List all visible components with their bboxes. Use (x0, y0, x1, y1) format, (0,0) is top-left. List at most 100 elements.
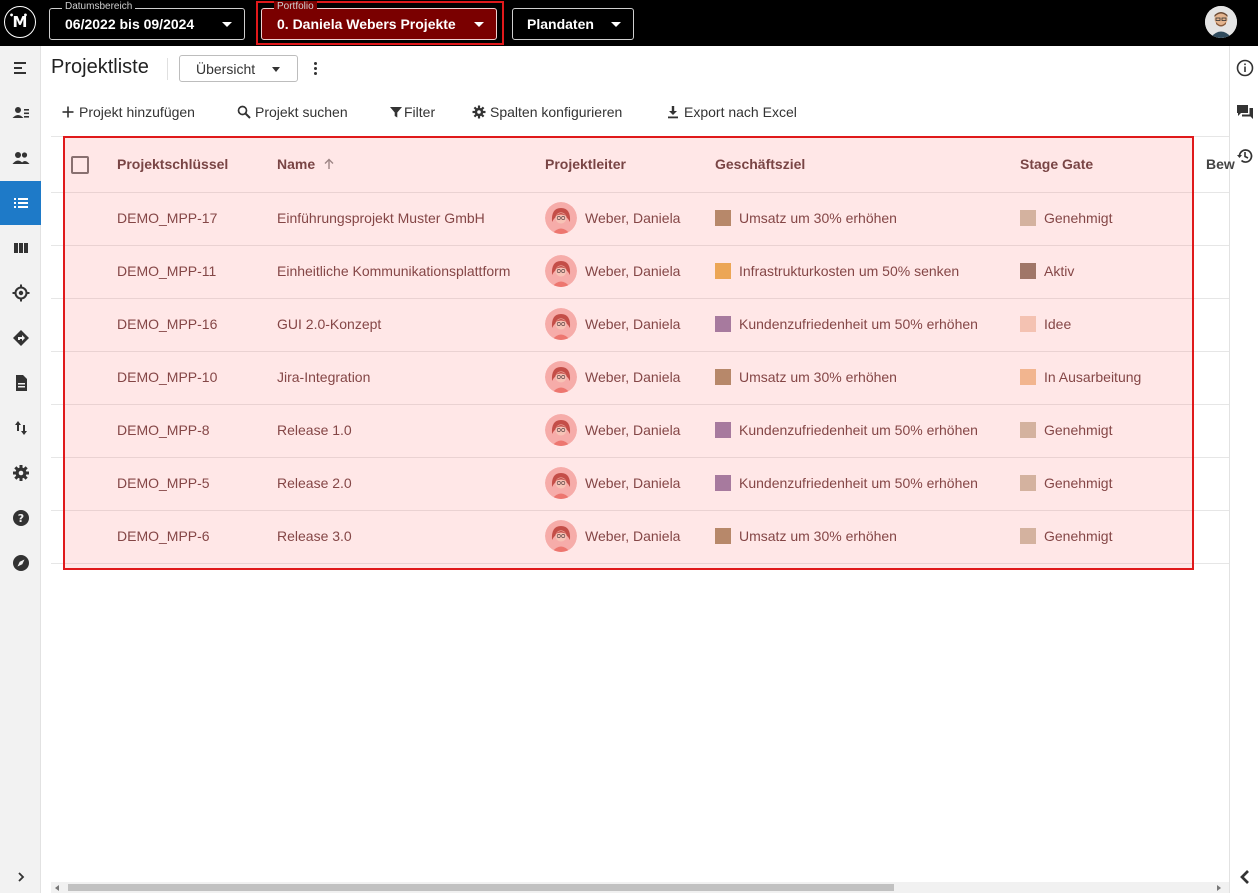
project-key[interactable]: DEMO_MPP-5 (117, 475, 210, 491)
comments-icon[interactable] (1230, 97, 1258, 127)
goal-color-swatch (715, 210, 731, 226)
app-logo-icon[interactable]: • • M (4, 6, 36, 38)
stage-gate[interactable]: Genehmigt (1020, 475, 1112, 491)
business-goal[interactable]: Infrastrukturkosten um 50% senken (715, 263, 959, 279)
column-header-leader[interactable]: Projektleiter (545, 156, 626, 172)
stage-gate[interactable]: Genehmigt (1020, 422, 1112, 438)
export-excel-button[interactable]: Export nach Excel (666, 100, 797, 124)
column-header-goal[interactable]: Geschäftsziel (715, 156, 805, 172)
add-project-button[interactable]: Projekt hinzufügen (61, 100, 195, 124)
configure-columns-button[interactable]: Spalten konfigurieren (472, 100, 622, 124)
stage-gate[interactable]: In Ausarbeitung (1020, 369, 1141, 385)
leader-name: Weber, Daniela (585, 422, 681, 438)
date-range-select[interactable]: Datumsbereich 06/2022 bis 09/2024 (49, 1, 245, 40)
goal-color-swatch (715, 528, 731, 544)
leader-avatar (545, 202, 577, 234)
search-project-button[interactable]: Projekt suchen (237, 100, 348, 124)
table-row[interactable]: DEMO_MPP-10 Jira-Integration Weber, Daniel… (51, 352, 1229, 405)
stage-color-swatch (1020, 475, 1036, 491)
business-goal[interactable]: Umsatz um 30% erhöhen (715, 210, 897, 226)
horizontal-scrollbar[interactable] (51, 882, 1229, 893)
stage-label: In Ausarbeitung (1044, 369, 1142, 385)
leader-name: Weber, Daniela (585, 475, 681, 491)
project-key[interactable]: DEMO_MPP-10 (117, 369, 217, 385)
stage-gate[interactable]: Genehmigt (1020, 210, 1112, 226)
table-row[interactable]: DEMO_MPP-16 GUI 2.0-Konzept Weber, Daniela… (51, 299, 1229, 352)
directions-icon[interactable] (0, 316, 41, 360)
project-leader[interactable]: Weber, Daniela (545, 414, 680, 446)
scroll-right-icon[interactable] (1217, 885, 1221, 891)
business-goal[interactable]: Kundenzufriedenheit um 50% erhöhen (715, 422, 978, 438)
swap-vertical-icon[interactable] (0, 406, 41, 450)
project-key[interactable]: DEMO_MPP-11 (117, 263, 216, 279)
project-name[interactable]: Einheitliche Kommunikationsplattform (277, 263, 510, 279)
document-icon[interactable] (0, 361, 41, 405)
project-key[interactable]: DEMO_MPP-17 (117, 210, 217, 226)
search-icon (237, 105, 251, 119)
project-key[interactable]: DEMO_MPP-16 (117, 316, 217, 332)
project-leader[interactable]: Weber, Daniela (545, 520, 680, 552)
table-row[interactable]: DEMO_MPP-6 Release 3.0 Weber, Daniela Umsat… (51, 511, 1229, 564)
collapse-rail-icon[interactable] (1230, 862, 1258, 892)
compass-icon[interactable] (0, 541, 41, 585)
project-leader[interactable]: Weber, Daniela (545, 308, 680, 340)
project-name[interactable]: Jira-Integration (277, 369, 370, 385)
project-leader[interactable]: Weber, Daniela (545, 467, 680, 499)
more-options-icon[interactable] (308, 58, 322, 78)
select-all-checkbox[interactable] (71, 156, 89, 174)
stage-label: Genehmigt (1044, 210, 1113, 226)
project-name[interactable]: GUI 2.0-Konzept (277, 316, 381, 332)
project-key[interactable]: DEMO_MPP-6 (117, 528, 210, 544)
target-icon[interactable] (0, 271, 41, 315)
user-avatar[interactable] (1205, 6, 1237, 38)
project-key[interactable]: DEMO_MPP-8 (117, 422, 210, 438)
filter-button[interactable]: Filter (389, 100, 435, 124)
top-bar: • • M Datumsbereich 06/2022 bis 09/2024 P… (0, 0, 1258, 46)
project-name[interactable]: Release 3.0 (277, 528, 352, 544)
portfolio-select[interactable]: Portfolio 0. Daniela Webers Projekte (261, 1, 497, 40)
project-name[interactable]: Release 2.0 (277, 475, 352, 491)
stage-gate[interactable]: Genehmigt (1020, 528, 1112, 544)
goal-label: Infrastrukturkosten um 50% senken (739, 263, 960, 279)
table-row[interactable]: DEMO_MPP-8 Release 1.0 Weber, Daniela Kunde… (51, 405, 1229, 458)
business-goal[interactable]: Kundenzufriedenheit um 50% erhöhen (715, 316, 978, 332)
stage-color-swatch (1020, 528, 1036, 544)
table-row[interactable]: DEMO_MPP-17 Einführungsprojekt Muster Gmb… (51, 193, 1229, 246)
project-name[interactable]: Release 1.0 (277, 422, 352, 438)
sort-ascending-icon (324, 158, 334, 169)
people-icon[interactable] (0, 136, 41, 180)
table-row[interactable]: DEMO_MPP-5 Release 2.0 Weber, Daniela Kunde… (51, 458, 1229, 511)
help-icon[interactable]: ? (0, 496, 41, 540)
business-goal[interactable]: Umsatz um 30% erhöhen (715, 528, 897, 544)
scrollbar-thumb[interactable] (68, 884, 894, 891)
project-leader[interactable]: Weber, Daniela (545, 361, 680, 393)
table-row[interactable]: DEMO_MPP-11 Einheitliche Kommunikationspl… (51, 246, 1229, 299)
info-icon[interactable] (1230, 53, 1258, 83)
column-header-stage[interactable]: Stage Gate (1020, 156, 1093, 172)
project-name[interactable]: Einführungsprojekt Muster GmbH (277, 210, 485, 226)
user-list-icon[interactable] (0, 91, 41, 135)
column-header-extra[interactable]: Bew (1206, 156, 1235, 172)
scroll-left-icon[interactable] (55, 885, 59, 891)
plan-data-select[interactable]: Plandaten (512, 8, 634, 40)
stage-gate[interactable]: Idee (1020, 316, 1071, 332)
column-header-key[interactable]: Projektschlüssel (117, 156, 228, 172)
stage-gate[interactable]: Aktiv (1020, 263, 1074, 279)
goal-label: Kundenzufriedenheit um 50% erhöhen (739, 316, 978, 332)
leader-avatar (545, 255, 577, 287)
board-columns-icon[interactable] (0, 226, 41, 270)
business-goal[interactable]: Kundenzufriedenheit um 50% erhöhen (715, 475, 978, 491)
project-list-icon[interactable] (0, 181, 41, 225)
export-excel-label: Export nach Excel (684, 104, 797, 120)
business-goal[interactable]: Umsatz um 30% erhöhen (715, 369, 897, 385)
view-select[interactable]: Übersicht (179, 55, 298, 82)
leader-avatar (545, 308, 577, 340)
settings-gear-icon[interactable] (0, 451, 41, 495)
column-header-name[interactable]: Name (277, 156, 335, 172)
goal-color-swatch (715, 369, 731, 385)
menu-icon[interactable] (0, 46, 41, 90)
configure-columns-label: Spalten konfigurieren (490, 104, 623, 120)
expand-sidebar-icon[interactable] (0, 865, 41, 889)
project-leader[interactable]: Weber, Daniela (545, 202, 680, 234)
project-leader[interactable]: Weber, Daniela (545, 255, 680, 287)
